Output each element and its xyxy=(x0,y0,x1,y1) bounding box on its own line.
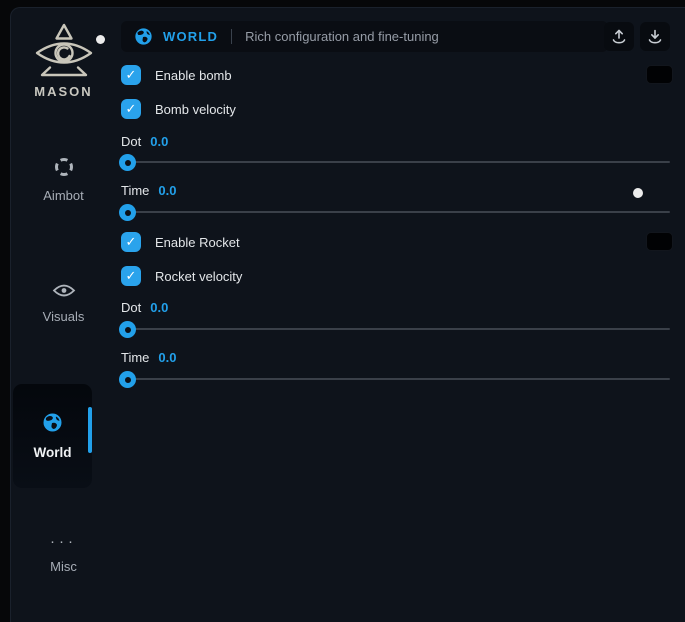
mason-pyramid-eye-icon xyxy=(11,22,116,80)
checkbox-label: Rocket velocity xyxy=(155,269,242,284)
import-config-button[interactable] xyxy=(640,22,670,51)
rocket-velocity-row: ✓ Rocket velocity xyxy=(121,266,242,286)
bomb-time-slider-thumb[interactable] xyxy=(119,204,136,221)
cursor-dot xyxy=(96,35,105,44)
rocket-velocity-checkbox[interactable]: ✓ xyxy=(121,266,141,286)
enable-rocket-row: ✓ Enable Rocket xyxy=(121,232,240,252)
bomb-dot-slider-track[interactable] xyxy=(121,161,670,163)
rocket-color-swatch[interactable] xyxy=(646,232,673,251)
upload-icon xyxy=(610,28,628,46)
enable-rocket-checkbox[interactable]: ✓ xyxy=(121,232,141,252)
download-icon xyxy=(646,28,664,46)
slider-value: 0.0 xyxy=(158,183,176,198)
sidebar-item-label: Misc xyxy=(11,559,116,574)
bomb-time-slider-track[interactable] xyxy=(121,211,670,213)
bomb-velocity-checkbox[interactable]: ✓ xyxy=(121,99,141,119)
crosshair-icon xyxy=(53,156,75,178)
checkbox-label: Enable bomb xyxy=(155,68,232,83)
checkbox-label: Enable Rocket xyxy=(155,235,240,250)
brand-logo: MASON xyxy=(11,22,116,99)
bomb-dot-slider-thumb[interactable] xyxy=(119,154,136,171)
rocket-time-slider-thumb[interactable] xyxy=(119,371,136,388)
bomb-time-slider-label: Time 0.0 xyxy=(121,182,176,198)
sidebar-item-misc[interactable]: ··· Misc xyxy=(11,532,116,574)
slider-name: Dot xyxy=(121,134,141,149)
cursor-dot xyxy=(633,188,643,198)
enable-bomb-checkbox[interactable]: ✓ xyxy=(121,65,141,85)
sidebar-item-world[interactable]: World xyxy=(13,384,92,488)
header-divider xyxy=(231,29,232,44)
check-icon: ✓ xyxy=(126,234,137,250)
slider-value: 0.0 xyxy=(150,134,168,149)
brand-name: MASON xyxy=(11,84,116,99)
sidebar-item-label: Aimbot xyxy=(11,188,116,203)
active-tab-indicator xyxy=(88,407,92,453)
sidebar-item-visuals[interactable]: Visuals xyxy=(11,282,116,324)
check-icon: ✓ xyxy=(126,268,137,284)
sidebar-item-label: World xyxy=(13,445,92,460)
page-title: WORLD xyxy=(163,29,218,44)
rocket-dot-slider-thumb[interactable] xyxy=(119,321,136,338)
bomb-dot-slider-label: Dot 0.0 xyxy=(121,133,168,149)
export-config-button[interactable] xyxy=(604,22,634,51)
sidebar-item-aimbot[interactable]: Aimbot xyxy=(11,156,116,203)
check-icon: ✓ xyxy=(126,67,137,83)
slider-name: Time xyxy=(121,350,149,365)
eye-icon xyxy=(52,282,76,304)
checkbox-label: Bomb velocity xyxy=(155,102,236,117)
enable-bomb-row: ✓ Enable bomb xyxy=(121,65,232,85)
slider-value: 0.0 xyxy=(158,350,176,365)
page-subtitle: Rich configuration and fine-tuning xyxy=(245,29,439,44)
globe-icon xyxy=(42,420,63,437)
sidebar: MASON Aimbot Visuals xyxy=(11,8,116,622)
rocket-dot-slider-label: Dot 0.0 xyxy=(121,299,168,315)
slider-name: Time xyxy=(121,183,149,198)
app-window: MASON Aimbot Visuals xyxy=(10,7,685,622)
bomb-color-swatch[interactable] xyxy=(646,65,673,84)
sidebar-item-label: Visuals xyxy=(11,309,116,324)
globe-icon xyxy=(134,27,153,46)
rocket-time-slider-track[interactable] xyxy=(121,378,670,380)
page-header: WORLD Rich configuration and fine-tuning xyxy=(121,21,608,52)
slider-name: Dot xyxy=(121,300,141,315)
slider-value: 0.0 xyxy=(150,300,168,315)
rocket-time-slider-label: Time 0.0 xyxy=(121,349,176,365)
check-icon: ✓ xyxy=(126,101,137,117)
bomb-velocity-row: ✓ Bomb velocity xyxy=(121,99,236,119)
ellipsis-icon: ··· xyxy=(50,532,77,554)
rocket-dot-slider-track[interactable] xyxy=(121,328,670,330)
